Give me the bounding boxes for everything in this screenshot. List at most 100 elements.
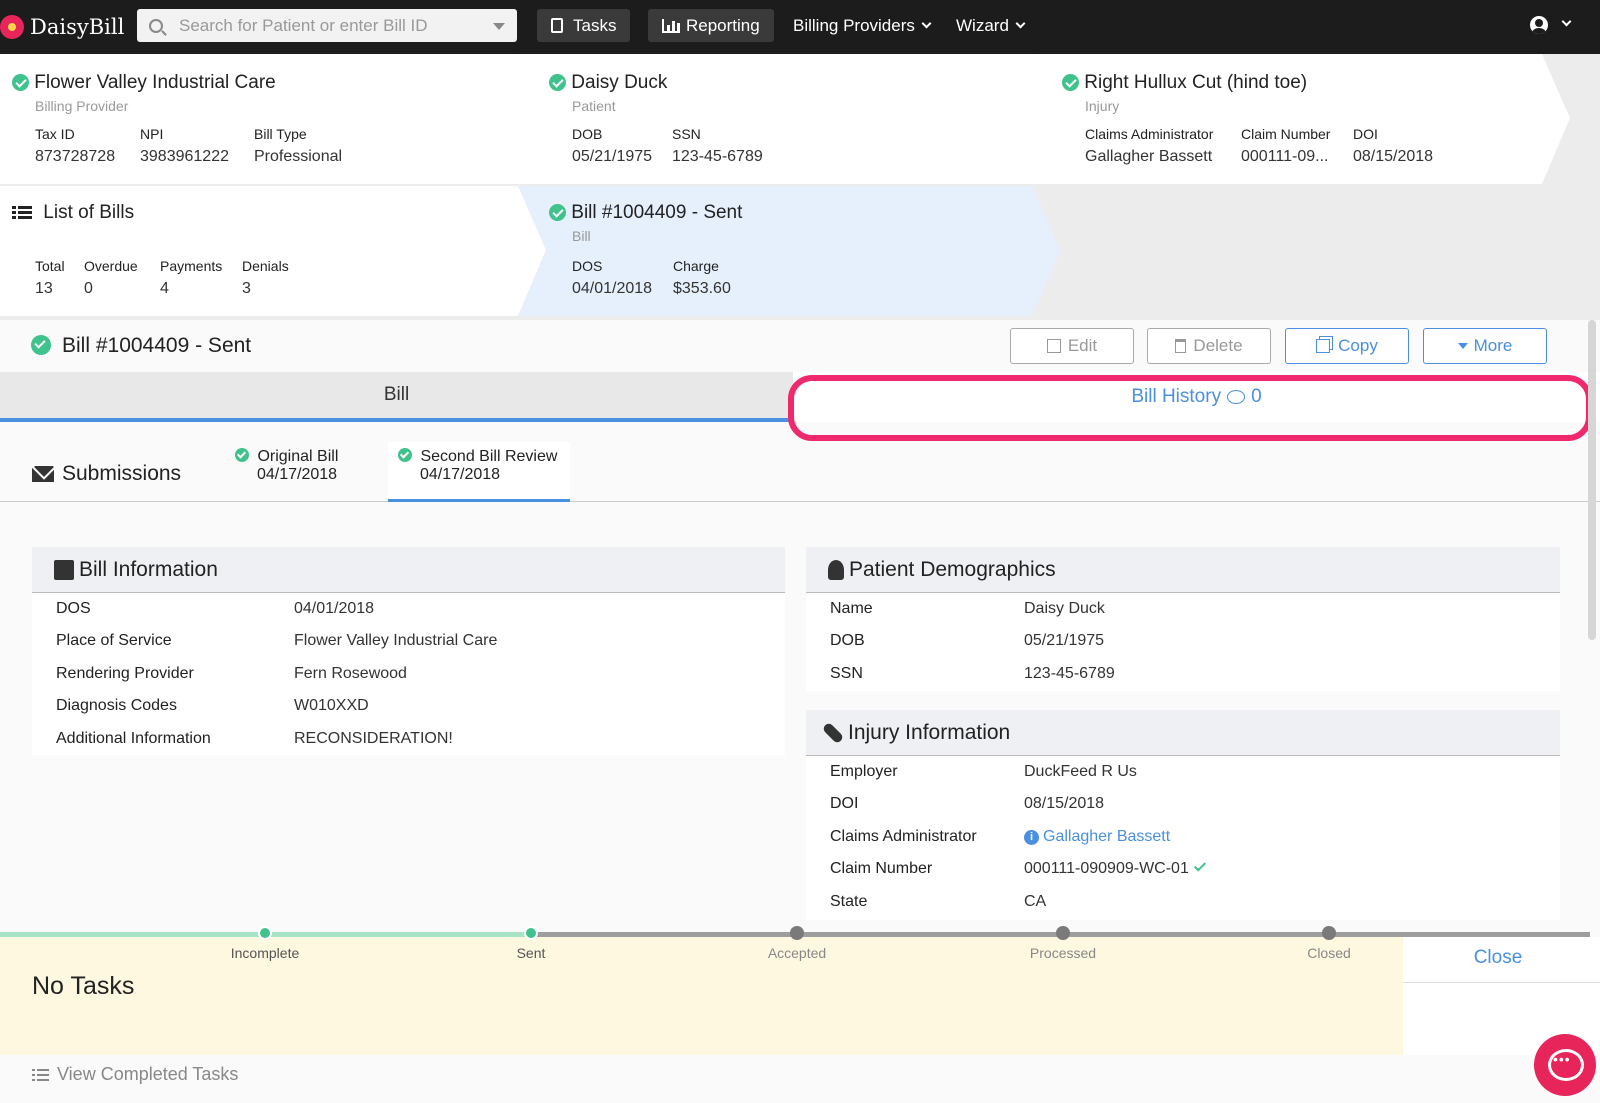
search-input[interactable]	[179, 15, 479, 36]
bill-card-name: Bill #1004409 - Sent	[571, 202, 743, 223]
field-label: Claim Number	[1241, 126, 1331, 142]
field-label: Bill Type	[254, 126, 307, 142]
list-of-bills-title: List of Bills	[12, 202, 134, 224]
bill-tabs: Bill Bill History 0	[0, 372, 1600, 422]
field-label: State	[830, 893, 868, 910]
divider	[1403, 982, 1600, 983]
more-button[interactable]: More	[1423, 328, 1547, 364]
check-circle-icon	[235, 448, 249, 462]
info-icon: i	[1024, 830, 1039, 845]
tab-bill-history-label: Bill History	[1131, 386, 1222, 407]
copy-button[interactable]: Copy	[1285, 328, 1409, 364]
total-value: 13	[35, 280, 53, 297]
status-step-label: Closed	[1307, 945, 1351, 961]
close-button[interactable]: Close	[1403, 947, 1593, 969]
user-icon[interactable]	[1530, 16, 1548, 34]
field-label: Claims Administrator	[830, 828, 977, 845]
tab-bill[interactable]: Bill	[0, 372, 793, 422]
field-label: DOB	[572, 126, 603, 142]
logo[interactable]: DaisyBill	[0, 12, 124, 42]
bill-information-title: Bill Information	[79, 557, 218, 581]
field-label: NPI	[140, 126, 164, 142]
claim-number-value: 000111-090909-WC-01	[1024, 860, 1189, 877]
field-label: DOS	[572, 258, 603, 274]
bill-type-value: Professional	[254, 148, 343, 165]
daisy-logo-icon	[0, 15, 24, 39]
copy-label: Copy	[1338, 336, 1378, 355]
copy-icon	[1316, 339, 1331, 353]
field-label: DOI	[830, 795, 859, 812]
bandage-icon	[821, 721, 845, 744]
submission-tab-second-review[interactable]: Second Bill Review 04/17/2018	[388, 442, 570, 502]
injury-information-panel: Injury Information Employer DuckFeed R U…	[806, 710, 1560, 920]
patient-demographics-panel: Patient Demographics Name Daisy Duck DOB…	[806, 547, 1560, 691]
caret-down-icon	[1457, 343, 1468, 349]
overdue-value: 0	[84, 280, 93, 297]
status-step-incomplete-dot	[258, 926, 272, 940]
dos-value: 04/01/2018	[294, 600, 375, 617]
doi-value: 08/15/2018	[1353, 148, 1434, 165]
field-label: Tax ID	[35, 126, 75, 142]
wizard-label: Wizard	[956, 15, 1009, 35]
edit-button[interactable]: Edit	[1010, 328, 1134, 364]
delete-button[interactable]: Delete	[1147, 328, 1271, 364]
reporting-button[interactable]: Reporting	[648, 9, 774, 42]
view-completed-tasks-link[interactable]: View Completed Tasks	[32, 1064, 238, 1085]
tab-bill-history[interactable]: Bill History 0	[793, 372, 1600, 422]
card-subtitle: Injury	[1085, 98, 1120, 114]
field-label: Payments	[160, 258, 223, 274]
field-label: Denials	[242, 258, 289, 274]
field-label: Total	[35, 258, 65, 274]
caret-down-icon[interactable]	[493, 23, 505, 30]
claims-administrator-link[interactable]: i Gallagher Bassett	[1024, 828, 1170, 846]
field-label: Diagnosis Codes	[56, 697, 177, 714]
scrollbar[interactable]	[1588, 320, 1596, 640]
search-box[interactable]	[137, 9, 517, 42]
place-of-service-value: Flower Valley Industrial Care	[294, 632, 498, 649]
check-circle-icon	[31, 335, 51, 355]
claims-administrator-value: Gallagher Bassett	[1043, 828, 1171, 845]
tasks-label: Tasks	[573, 15, 617, 35]
person-icon	[828, 559, 844, 580]
submission-tab-original[interactable]: Original Bill 04/17/2018	[225, 442, 346, 502]
patient-title: Daisy Duck	[549, 72, 667, 94]
status-step-label: Processed	[1029, 945, 1097, 961]
list-of-bills-label: List of Bills	[43, 202, 135, 223]
submission-date: 04/17/2018	[257, 466, 338, 483]
bill-information-panel: Bill Information DOS 04/01/2018 Place of…	[32, 547, 785, 755]
bill-header: Bill #1004409 - Sent Edit Delete Copy Mo…	[0, 320, 1600, 372]
status-step-sent-dot	[524, 926, 538, 940]
field-label: Name	[830, 600, 873, 617]
reporting-label: Reporting	[686, 15, 760, 35]
rendering-provider-value: Fern Rosewood	[294, 665, 407, 682]
submissions-label: Submissions	[62, 462, 182, 485]
envelope-icon	[32, 466, 54, 482]
claim-number-row: 000111-090909-WC-01	[1024, 859, 1206, 878]
patient-demographics-header: Patient Demographics	[806, 547, 1560, 593]
card-subtitle: Patient	[572, 98, 616, 114]
status-step-accepted-dot	[790, 926, 804, 940]
diagnosis-codes-value: W010XXD	[294, 697, 369, 714]
employer-value: DuckFeed R Us	[1024, 763, 1137, 780]
chevron-down-icon[interactable]	[1561, 16, 1572, 27]
status-step-label: Accepted	[767, 945, 827, 961]
tasks-button[interactable]: Tasks	[537, 9, 631, 42]
billing-provider-title: Flower Valley Industrial Care	[12, 72, 276, 94]
clipboard-icon	[551, 18, 563, 33]
billing-providers-menu[interactable]: Billing Providers	[793, 9, 932, 42]
edit-label: Edit	[1067, 336, 1098, 355]
wizard-menu[interactable]: Wizard	[956, 9, 1026, 42]
top-nav: DaisyBill Tasks Reporting Billing Provid…	[0, 0, 1600, 54]
submissions-bar: Submissions Original Bill 04/17/2018 Sec…	[0, 442, 1600, 502]
comment-icon	[1227, 390, 1246, 404]
check-icon	[1193, 859, 1206, 872]
check-circle-icon	[1062, 74, 1079, 92]
field-label: DOS	[56, 600, 91, 617]
chat-button[interactable]	[1534, 1034, 1596, 1096]
claims-admin-value: Gallagher Bassett	[1085, 148, 1213, 165]
field-label: Employer	[830, 763, 898, 780]
field-label: Claim Number	[830, 860, 933, 877]
field-label: SSN	[830, 665, 863, 682]
field-label: DOI	[1353, 126, 1378, 142]
field-label: Additional Information	[56, 730, 211, 747]
